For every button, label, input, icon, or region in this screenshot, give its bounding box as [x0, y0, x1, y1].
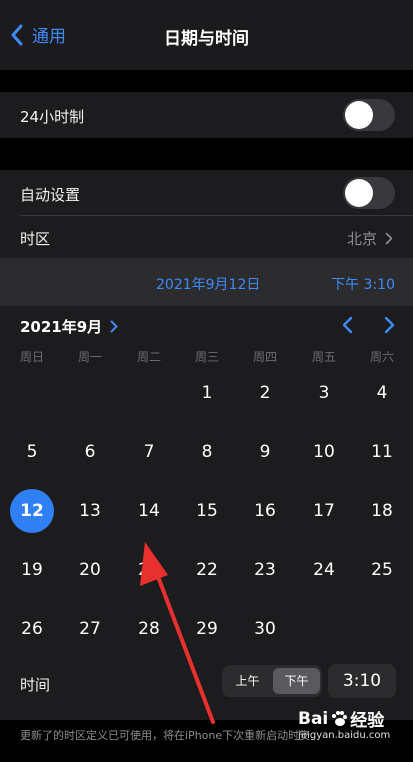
weekday-label: 周五: [311, 350, 336, 364]
auto-timezone-group: 自动设置 时区 北京: [0, 170, 413, 258]
page-title: 日期与时间: [164, 29, 249, 49]
watermark-site: jingyan.baidu.com: [298, 730, 391, 741]
calendar-day[interactable]: 17: [302, 489, 346, 533]
timezone-update-note: 更新了的时区定义已可使用，将在iPhone下次重新启动时安装。: [20, 729, 310, 742]
calendar-day[interactable]: 2: [243, 371, 287, 415]
date-time-bar: 2021年9月12日 下午 3:10: [0, 258, 413, 306]
timezone-value: 北京: [347, 228, 393, 249]
watermark-brand-right: 经验: [350, 711, 385, 731]
chevron-right-icon: [385, 232, 393, 245]
auto-set-toggle[interactable]: [343, 177, 395, 209]
paw-icon: [332, 710, 348, 726]
calendar-day[interactable]: 5: [10, 430, 54, 474]
calendar-day[interactable]: 14: [127, 489, 171, 533]
calendar-day[interactable]: 13: [68, 489, 112, 533]
next-month-button[interactable]: [378, 314, 400, 336]
calendar-day[interactable]: 29: [185, 607, 229, 651]
calendar-day[interactable]: 9: [243, 430, 287, 474]
calendar-day[interactable]: 8: [185, 430, 229, 474]
section-gap: [0, 138, 413, 170]
weekday-label: 周二: [136, 350, 161, 364]
calendar-day[interactable]: 7: [127, 430, 171, 474]
timezone-row[interactable]: 时区 北京: [0, 216, 413, 258]
weekday-label: 周四: [252, 350, 277, 364]
calendar-day[interactable]: 3: [302, 371, 346, 415]
calendar-day[interactable]: 21: [127, 548, 171, 592]
hour24-label: 24小时制: [20, 108, 85, 126]
calendar-day[interactable]: 16: [243, 489, 287, 533]
calendar-day[interactable]: 6: [68, 430, 112, 474]
calendar-day[interactable]: 23: [243, 548, 287, 592]
calendar-day[interactable]: 27: [68, 607, 112, 651]
calendar-day[interactable]: 19: [10, 548, 54, 592]
calendar-day[interactable]: 24: [302, 548, 346, 592]
calendar-day-selected[interactable]: 12: [10, 489, 54, 533]
calendar-day[interactable]: 11: [360, 430, 404, 474]
weekday-label: 周三: [194, 350, 219, 364]
toggle-knob: [345, 179, 373, 207]
time-label: 时间: [20, 676, 51, 694]
navigation-bar: 通用 日期与时间: [0, 0, 413, 70]
calendar-day[interactable]: 20: [68, 548, 112, 592]
calendar-day[interactable]: 1: [185, 371, 229, 415]
time-input[interactable]: 3:10: [328, 664, 396, 698]
calendar-day[interactable]: 28: [127, 607, 171, 651]
calendar-day[interactable]: 26: [10, 607, 54, 651]
month-label: 2021年9月: [20, 318, 103, 336]
am-option[interactable]: 上午: [224, 668, 271, 694]
hour24-toggle[interactable]: [343, 99, 395, 131]
am-pm-segmented-control: 上午 下午: [222, 665, 322, 697]
hour24-row: 24小时制: [0, 92, 413, 138]
calendar-day[interactable]: 22: [185, 548, 229, 592]
watermark-brand: Bai 经验: [298, 706, 385, 732]
weekday-label: 周六: [369, 350, 394, 364]
timezone-label: 时区: [20, 230, 51, 248]
weekday-label: 周日: [19, 350, 44, 364]
auto-set-label: 自动设置: [20, 186, 81, 204]
baidu-watermark: Bai 经验 jingyan.baidu.com: [298, 706, 408, 760]
time-value[interactable]: 下午 3:10: [331, 274, 395, 294]
date-value[interactable]: 2021年9月12日: [156, 274, 260, 294]
pm-option[interactable]: 下午: [273, 668, 320, 694]
calendar-day[interactable]: 15: [185, 489, 229, 533]
calendar-day[interactable]: 10: [302, 430, 346, 474]
calendar-day[interactable]: 4: [360, 371, 404, 415]
month-picker-button[interactable]: 2021年9月: [20, 316, 118, 337]
toggle-knob: [345, 101, 373, 129]
calendar: 2021年9月 周日 周一 周二 周三 周四 周五 周六 时间 上午 下午 3:…: [0, 306, 413, 720]
weekday-label: 周一: [77, 350, 102, 364]
section-gap: [0, 70, 413, 92]
watermark-brand-left: Bai: [298, 708, 329, 729]
calendar-day[interactable]: 18: [360, 489, 404, 533]
chevron-right-icon: [110, 320, 118, 333]
calendar-day[interactable]: 30: [243, 607, 287, 651]
timezone-value-text: 北京: [346, 230, 377, 248]
prev-month-button[interactable]: [337, 314, 359, 336]
calendar-day[interactable]: 25: [360, 548, 404, 592]
